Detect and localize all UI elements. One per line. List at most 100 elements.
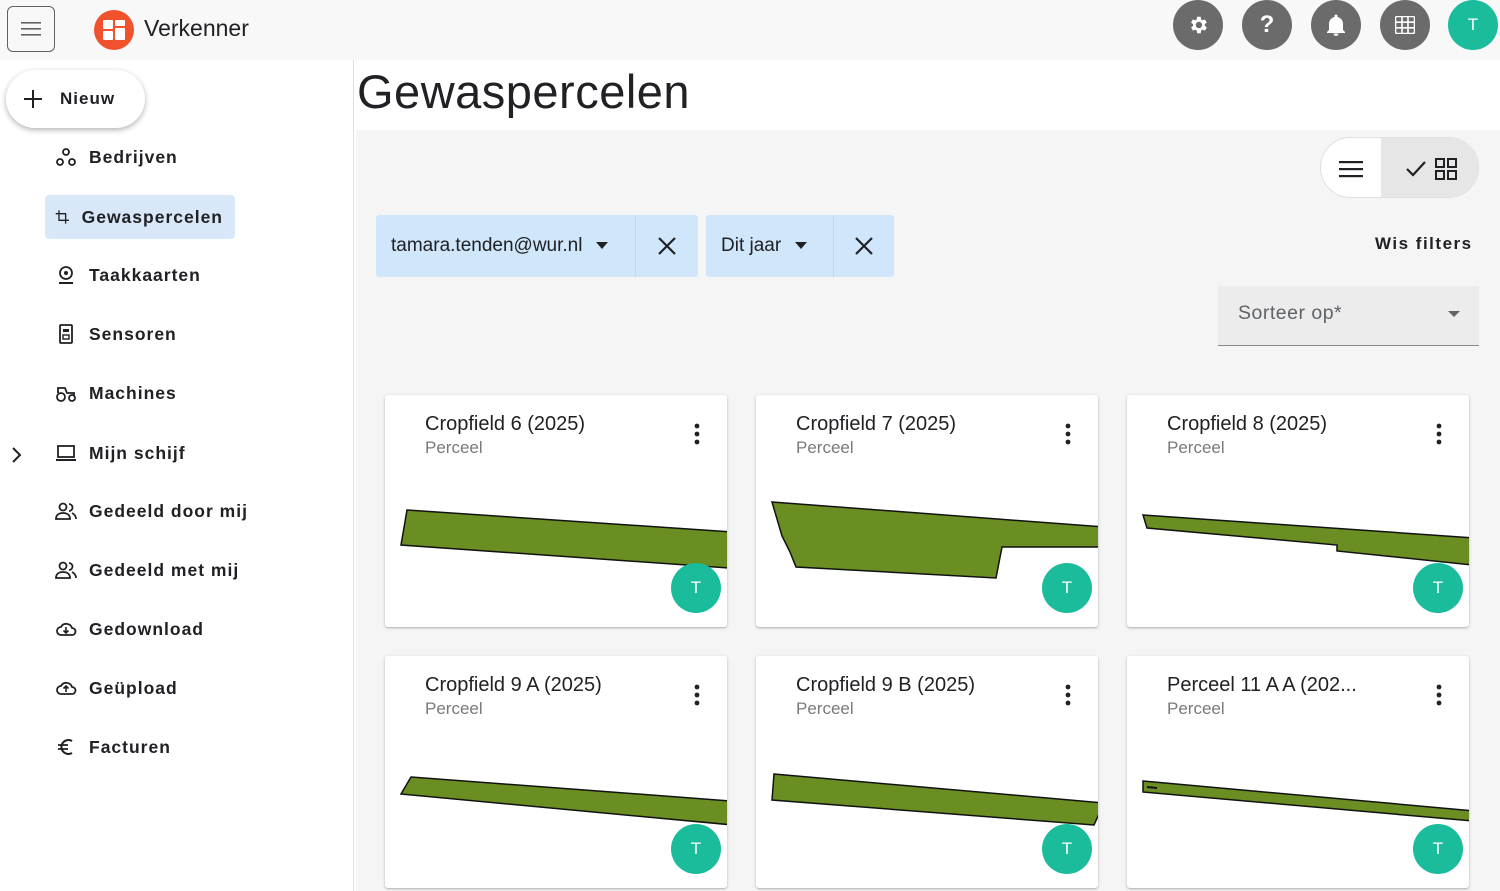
sidebar-item-label: Gewaspercelen (81, 206, 223, 227)
caret-down-icon (795, 242, 808, 249)
sidebar-item-label: Taakkaarten (89, 264, 201, 285)
gear-icon (1191, 16, 1207, 34)
people-icon (55, 502, 77, 520)
field-card[interactable]: Perceel 11 A A (202... Perceel T (1127, 656, 1469, 888)
caret-down-icon (596, 242, 609, 249)
help-button[interactable]: ? (1242, 0, 1292, 50)
cloud-download-icon (56, 622, 77, 636)
user-avatar[interactable]: T (1448, 0, 1498, 50)
sidebar-item-gedownload[interactable]: Gedownload (45, 607, 216, 651)
apps-button[interactable] (1380, 0, 1430, 50)
sidebar-item-label: Facturen (89, 736, 171, 757)
plus-icon (24, 90, 42, 108)
sidebar-item-gewaspercelen[interactable]: Gewaspercelen (45, 195, 235, 239)
card-subtitle: Perceel (425, 699, 483, 718)
avatar-initial: T (1467, 15, 1479, 34)
sidebar-item-label: Mijn schijf (89, 442, 186, 463)
more-vert-icon[interactable] (1056, 681, 1080, 709)
settings-button[interactable] (1173, 0, 1223, 50)
grid-view-button[interactable] (1381, 138, 1478, 197)
sidebar-item-label: Bedrijven (89, 146, 178, 167)
filter-chip-remove-button[interactable] (635, 215, 698, 277)
grid-icon (1395, 16, 1415, 34)
more-vert-icon[interactable] (1427, 681, 1451, 709)
laptop-icon (56, 445, 76, 461)
new-button-label: Nieuw (60, 89, 116, 108)
close-icon (658, 237, 676, 255)
owner-avatar[interactable]: T (1042, 563, 1092, 613)
top-bar: Verkenner ? T (0, 0, 1500, 60)
filter-chip-label: Dit jaar (721, 235, 782, 256)
help-icon: ? (1259, 11, 1275, 38)
check-icon (1405, 160, 1426, 177)
owner-avatar[interactable]: T (1413, 563, 1463, 613)
card-title: Cropfield 7 (2025) (796, 413, 957, 435)
card-title: Cropfield 8 (2025) (1167, 413, 1328, 435)
sidebar-item-label: Sensoren (89, 323, 177, 344)
people-icon (55, 561, 77, 579)
list-icon (1339, 160, 1363, 177)
filter-chip-dropdown[interactable]: tamara.tenden@wur.nl (376, 215, 609, 277)
main-content: tamara.tenden@wur.nl Dit jaar Wis filter… (356, 130, 1500, 891)
more-vert-icon[interactable] (1056, 420, 1080, 448)
list-view-button[interactable] (1321, 138, 1381, 197)
new-button[interactable]: Nieuw (6, 70, 145, 128)
field-card[interactable]: Cropfield 8 (2025) Perceel T (1127, 395, 1469, 627)
cloud-upload-icon (56, 681, 77, 695)
sidebar-item-label: Machines (89, 382, 177, 403)
more-vert-icon[interactable] (685, 681, 709, 709)
card-subtitle: Perceel (796, 699, 854, 718)
bell-icon (1327, 14, 1345, 36)
field-card[interactable]: Cropfield 9 B (2025) Perceel T (756, 656, 1098, 888)
field-card[interactable]: Cropfield 9 A (2025) Perceel T (385, 656, 727, 888)
owner-avatar[interactable]: T (1413, 824, 1463, 874)
app-logo (94, 10, 134, 50)
filter-chip-remove-button[interactable] (833, 215, 894, 277)
more-vert-icon[interactable] (1427, 420, 1451, 448)
filter-chip-label: tamara.tenden@wur.nl (391, 235, 583, 256)
companies-icon (56, 148, 76, 166)
sidebar-item-label: Gedeeld met mij (89, 559, 240, 580)
field-card[interactable]: Cropfield 7 (2025) Perceel T (756, 395, 1098, 627)
card-title: Cropfield 9 B (2025) (796, 674, 975, 696)
grid-view-icon (1434, 157, 1457, 180)
app-title: Verkenner (144, 15, 249, 41)
sidebar-item-label: Gedownload (89, 618, 204, 639)
card-subtitle: Perceel (425, 438, 483, 457)
owner-avatar[interactable]: T (671, 824, 721, 874)
sidebar-item-machines[interactable]: Machines (45, 371, 189, 415)
task-map-icon (59, 266, 73, 284)
caret-down-icon (1448, 311, 1460, 317)
crop-icon (55, 210, 69, 224)
sidebar: Nieuw Bedrijven Gewaspercelen Taakkaarte… (0, 60, 354, 891)
sidebar-item-geupload[interactable]: Geüpload (45, 666, 190, 710)
card-title: Cropfield 9 A (2025) (425, 674, 602, 696)
page-title: Gewaspercelen (357, 65, 691, 118)
sensor-icon (59, 324, 73, 344)
sidebar-item-taakkaarten[interactable]: Taakkaarten (45, 253, 213, 297)
filter-chip-period[interactable]: Dit jaar (706, 215, 894, 277)
sidebar-item-mijn-schijf[interactable]: Mijn schijf (45, 431, 198, 475)
card-subtitle: Perceel (1167, 699, 1225, 718)
card-title: Perceel 11 A A (202... (1167, 674, 1357, 696)
sidebar-item-gedeeld-door-mij[interactable]: Gedeeld door mij (45, 489, 260, 533)
sidebar-item-bedrijven[interactable]: Bedrijven (45, 135, 190, 179)
sidebar-item-sensoren[interactable]: Sensoren (45, 312, 189, 356)
sort-placeholder: Sorteer op* (1238, 302, 1343, 324)
sidebar-item-facturen[interactable]: Facturen (45, 725, 183, 769)
filter-chip-user[interactable]: tamara.tenden@wur.nl (376, 215, 698, 277)
hamburger-icon (21, 22, 41, 36)
menu-button[interactable] (7, 6, 55, 52)
filter-chip-dropdown[interactable]: Dit jaar (706, 215, 808, 277)
sort-select[interactable]: Sorteer op* (1218, 286, 1479, 346)
card-title: Cropfield 6 (2025) (425, 413, 586, 435)
sidebar-item-gedeeld-met-mij[interactable]: Gedeeld met mij (45, 548, 251, 592)
owner-avatar[interactable]: T (671, 563, 721, 613)
euro-icon (58, 739, 73, 755)
clear-filters-button[interactable]: Wis filters (1375, 234, 1473, 254)
more-vert-icon[interactable] (685, 420, 709, 448)
notifications-button[interactable] (1311, 0, 1361, 50)
chevron-right-icon[interactable] (6, 445, 26, 465)
owner-avatar[interactable]: T (1042, 824, 1092, 874)
field-card[interactable]: Cropfield 6 (2025) Perceel T (385, 395, 727, 627)
